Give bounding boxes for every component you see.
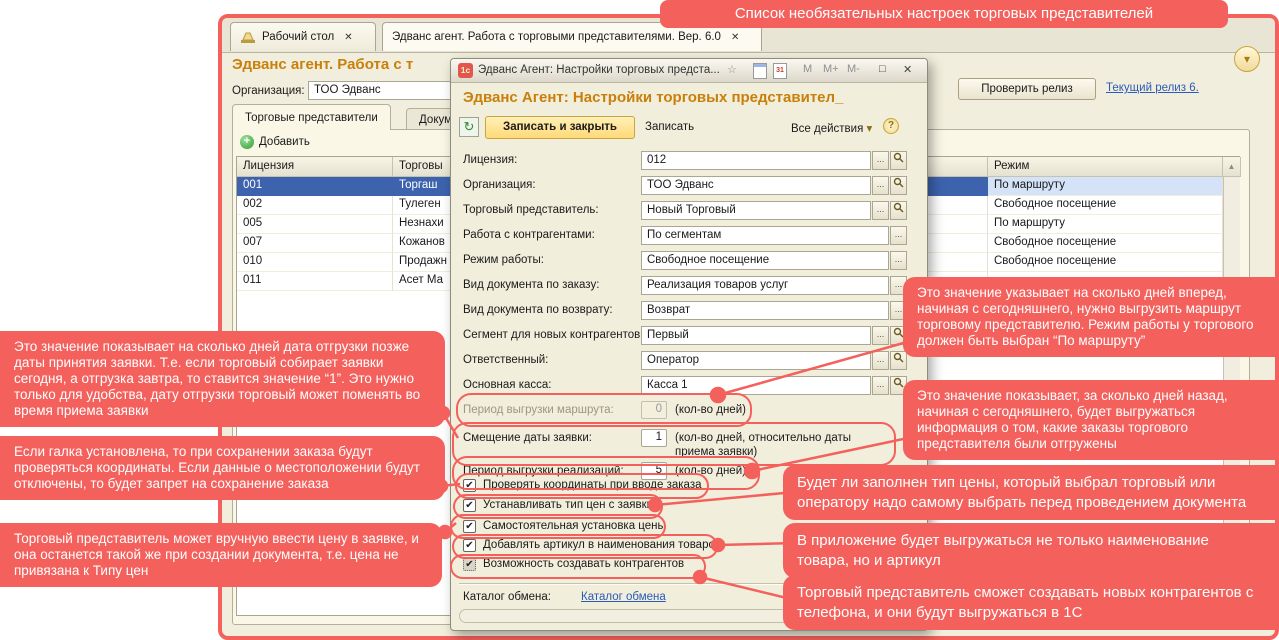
order-doc-type-input[interactable]: Реализация товаров услуг xyxy=(641,276,889,295)
checkbox-icon[interactable]: ✔ xyxy=(463,539,476,552)
dialog-heading: Эдванс Агент: Настройки торговых предста… xyxy=(463,89,844,106)
route-period-input: 0 xyxy=(641,401,667,419)
column-header-license[interactable]: Лицензия xyxy=(237,157,393,177)
field-work-mode: Режим работы: Свободное посещение ... xyxy=(451,251,927,273)
choose-button[interactable]: ... xyxy=(872,351,889,370)
field-sales-rep: Торговый представитель: Новый Торговый .… xyxy=(451,201,927,223)
choose-button[interactable]: ... xyxy=(890,251,907,270)
refresh-icon: ↻ xyxy=(463,119,475,134)
field-route-upload-period: Период выгрузки маршрута: 0 (кол-во дней… xyxy=(451,401,927,423)
organization-label: Организация: xyxy=(232,85,305,97)
choose-button[interactable]: ... xyxy=(872,326,889,345)
days-hint: (кол-во дней, относительно даты приема з… xyxy=(675,432,852,459)
annotation-check-coordinates: Если галка установлена, то при сохранени… xyxy=(0,436,445,500)
plus-icon: + xyxy=(240,135,254,149)
tab-desktop-label: Рабочий стол xyxy=(262,31,335,43)
annotation-create-counterparties: Торговый представитель сможет создавать … xyxy=(783,575,1279,630)
chevron-down-icon: ▾ xyxy=(1243,52,1251,66)
annotation-banner: Список необязательных настроек торговых … xyxy=(660,0,1228,28)
add-button-label: Добавить xyxy=(259,136,310,148)
exchange-catalog-label: Каталог обмена: xyxy=(463,591,551,603)
annotation-article: В приложение будет выгружаться не только… xyxy=(783,523,1279,578)
tab-advance-agent-label: Эдванс агент. Работа с торговыми предста… xyxy=(392,31,721,43)
field-order-date-shift: Смещение даты заявки: 1 (кол-во дней, от… xyxy=(451,429,927,465)
search-icon[interactable] xyxy=(890,176,907,195)
page-title: Эдванс агент. Работа с т xyxy=(232,56,414,73)
memory-button[interactable]: M xyxy=(803,63,812,75)
search-icon[interactable] xyxy=(890,151,907,170)
date-shift-input[interactable]: 1 xyxy=(641,429,667,447)
tab-desktop-close-icon[interactable]: ✕ xyxy=(344,32,352,43)
add-button[interactable]: + Добавить xyxy=(240,135,310,149)
dialog-title: Эдванс Агент: Настройки торговых предста… xyxy=(478,64,720,76)
field-organization: Организация: ТОО Эдванс ... xyxy=(451,176,927,198)
checkbox-icon[interactable]: ✔ xyxy=(463,558,476,571)
annotation-sales-period: Это значение показывает, за сколько дней… xyxy=(903,380,1279,460)
chevron-down-icon: ▾ xyxy=(866,123,873,135)
sales-rep-input[interactable]: Новый Торговый xyxy=(641,201,871,220)
checkbox-icon[interactable]: ✔ xyxy=(463,479,476,492)
field-license: Лицензия: 012 ... xyxy=(451,151,927,173)
choose-button[interactable]: ... xyxy=(872,376,889,395)
1c-logo-icon: 1с xyxy=(458,63,473,78)
choose-button[interactable]: ... xyxy=(890,226,907,245)
annotation-price-type: Будет ли заполнен тип цены, который выбр… xyxy=(783,465,1279,520)
check-release-button[interactable]: Проверить релиз xyxy=(958,78,1096,100)
memory-plus-button[interactable]: M+ xyxy=(823,63,839,75)
segment-input[interactable]: Первый xyxy=(641,326,871,345)
current-release-link[interactable]: Текущий релиз 6. xyxy=(1106,82,1199,94)
column-header-mode[interactable]: Режим xyxy=(988,157,1223,177)
favorites-star-icon[interactable]: ☆ xyxy=(727,63,737,76)
maximize-icon[interactable]: □ xyxy=(879,63,886,75)
field-new-counterparty-segment: Сегмент для новых контрагентов: Первый .… xyxy=(451,326,927,348)
search-icon[interactable] xyxy=(890,201,907,220)
choose-button[interactable]: ... xyxy=(872,151,889,170)
tab-sales-reps[interactable]: Торговые представители xyxy=(232,104,391,130)
field-counterparty-mode: Работа с контрагентами: По сегментам ... xyxy=(451,226,927,248)
days-hint: (кол-во дней) xyxy=(675,404,746,416)
desktop-icon xyxy=(241,32,255,43)
memory-minus-button[interactable]: M- xyxy=(847,63,860,75)
field-order-doc-type: Вид документа по заказу: Реализация това… xyxy=(451,276,927,298)
tab-advance-agent-close-icon[interactable]: ✕ xyxy=(731,32,739,43)
choose-button[interactable]: ... xyxy=(872,201,889,220)
annotation-manual-price: Торговый представитель может вручную вве… xyxy=(0,523,442,587)
return-doc-type-input[interactable]: Возврат xyxy=(641,301,889,320)
work-mode-input[interactable]: Свободное посещение xyxy=(641,251,889,270)
checkbox-icon[interactable]: ✔ xyxy=(463,499,476,512)
save-and-close-button[interactable]: Записать и закрыть xyxy=(485,116,635,139)
collapse-circle-button[interactable]: ▾ xyxy=(1234,46,1260,72)
annotation-route-period: Это значение указывает на сколько дней в… xyxy=(903,277,1279,357)
search-icon[interactable] xyxy=(890,351,907,370)
all-actions-button[interactable]: Все действия ▾ xyxy=(791,121,872,135)
help-button[interactable]: ? xyxy=(883,118,899,134)
annotation-date-shift: Это значение показывает на сколько дней … xyxy=(0,331,445,427)
choose-button[interactable]: ... xyxy=(872,176,889,195)
calculator-icon[interactable] xyxy=(753,63,767,79)
field-main-cashbox: Основная касса: Касса 1 ... xyxy=(451,376,927,398)
counterparty-mode-input[interactable]: По сегментам xyxy=(641,226,889,245)
license-input[interactable]: 012 xyxy=(641,151,871,170)
cashbox-input[interactable]: Касса 1 xyxy=(641,376,871,395)
responsible-input[interactable]: Оператор xyxy=(641,351,871,370)
close-icon[interactable]: ✕ xyxy=(903,63,912,76)
field-responsible: Ответственный: Оператор ... xyxy=(451,351,927,373)
organization-input[interactable]: ТОО Эдванс xyxy=(641,176,871,195)
save-button[interactable]: Записать xyxy=(645,121,694,133)
field-return-doc-type: Вид документа по возврату: Возврат ... xyxy=(451,301,927,323)
exchange-catalog-link[interactable]: Каталог обмена xyxy=(581,591,666,603)
calendar-icon[interactable]: 31 xyxy=(773,63,787,79)
dialog-titlebar[interactable]: 1с Эдванс Агент: Настройки торговых пред… xyxy=(451,59,927,83)
refresh-button[interactable]: ↻ xyxy=(459,117,479,137)
checkbox-icon[interactable]: ✔ xyxy=(463,520,476,533)
tab-desktop[interactable]: Рабочий стол ✕ xyxy=(230,22,376,51)
scroll-up-icon[interactable]: ▲ xyxy=(1223,157,1241,177)
